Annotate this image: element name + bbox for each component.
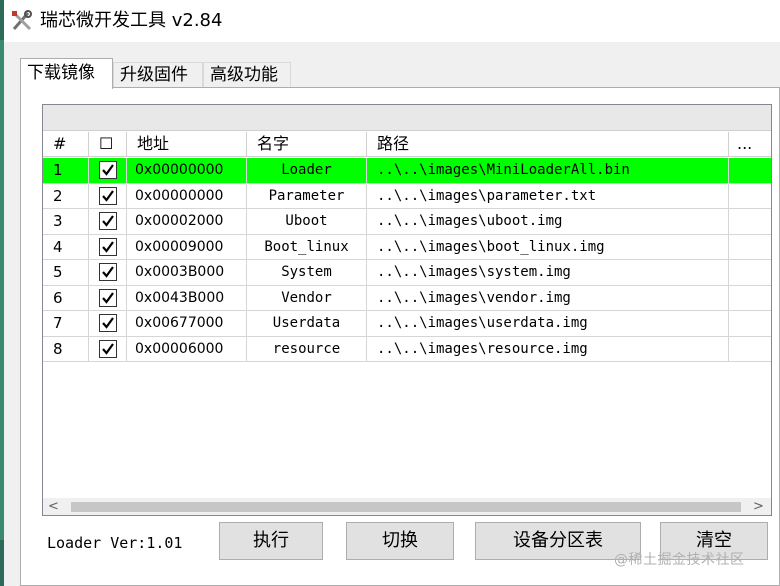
row-name: System bbox=[247, 260, 367, 285]
table-row[interactable]: 5 0x0003B000 System ..\..\images\system.img bbox=[43, 260, 771, 286]
row-address: 0x0003B000 bbox=[127, 260, 247, 285]
checkmark-icon bbox=[102, 164, 114, 176]
checkmark-icon bbox=[102, 189, 114, 202]
list-header: # ☐ 地址 名字 路径 ... bbox=[43, 132, 771, 157]
row-checkbox[interactable] bbox=[99, 212, 117, 230]
row-checkbox-cell bbox=[89, 183, 127, 209]
row-checkbox-cell bbox=[89, 285, 127, 311]
header-more[interactable]: ... bbox=[729, 132, 771, 156]
checkmark-icon bbox=[102, 266, 114, 278]
table-row[interactable]: 7 0x00677000 Userdata ..\..\images\userdata… bbox=[43, 311, 771, 337]
row-checkbox-cell bbox=[89, 260, 127, 285]
row-address: 0x00009000 bbox=[127, 234, 247, 260]
row-path: ..\..\images\resource.img bbox=[367, 336, 729, 362]
row-checkbox[interactable] bbox=[99, 237, 117, 256]
row-checkbox-cell bbox=[89, 209, 127, 234]
row-more[interactable] bbox=[729, 286, 771, 311]
run-button[interactable]: 执行 bbox=[219, 522, 323, 560]
tab-upgrade-firmware[interactable]: 升级固件 bbox=[113, 62, 203, 88]
header-name[interactable]: 名字 bbox=[247, 132, 367, 156]
row-address: 0x00002000 bbox=[127, 209, 247, 234]
row-checkbox[interactable] bbox=[99, 314, 117, 332]
table-row[interactable]: 6 0x0043B000 Vendor ..\..\images\vendor.img bbox=[43, 285, 771, 311]
checkmark-icon bbox=[102, 342, 114, 355]
header-index[interactable]: # bbox=[43, 132, 89, 156]
row-checkbox-cell bbox=[89, 311, 127, 336]
row-address: 0x00006000 bbox=[127, 336, 247, 362]
row-index: 2 bbox=[43, 183, 89, 209]
row-name: Parameter bbox=[247, 183, 367, 209]
header-address[interactable]: 地址 bbox=[127, 132, 247, 156]
horizontal-scrollbar[interactable]: < > bbox=[43, 498, 771, 515]
row-name: Vendor bbox=[247, 285, 367, 311]
background-strip bbox=[0, 0, 4, 586]
table-row[interactable]: 2 0x00000000 Parameter ..\..\images\paramet… bbox=[43, 183, 771, 209]
row-checkbox[interactable] bbox=[99, 339, 117, 358]
row-name: Userdata bbox=[247, 311, 367, 336]
row-path: ..\..\images\system.img bbox=[367, 260, 729, 285]
table-row[interactable]: 8 0x00006000 resource ..\..\images\resource… bbox=[43, 336, 771, 362]
list-top-bar bbox=[43, 105, 771, 131]
row-checkbox[interactable] bbox=[99, 288, 117, 307]
row-path: ..\..\images\MiniLoaderAll.bin bbox=[367, 158, 729, 183]
row-more[interactable] bbox=[729, 260, 771, 285]
tools-icon bbox=[10, 9, 34, 33]
row-more[interactable] bbox=[729, 235, 771, 260]
title-bar: 瑞芯微开发工具 v2.84 bbox=[4, 0, 780, 42]
row-name: Boot_linux bbox=[247, 234, 367, 260]
row-index: 8 bbox=[43, 336, 89, 362]
row-more[interactable] bbox=[729, 158, 771, 183]
row-checkbox-cell bbox=[89, 336, 127, 362]
row-path: ..\..\images\parameter.txt bbox=[367, 183, 729, 209]
row-address: 0x0043B000 bbox=[127, 285, 247, 311]
scroll-left-arrow[interactable]: < bbox=[45, 498, 62, 515]
row-checkbox[interactable] bbox=[99, 186, 117, 205]
row-path: ..\..\images\userdata.img bbox=[367, 311, 729, 336]
row-index: 3 bbox=[43, 209, 89, 234]
row-more[interactable] bbox=[729, 209, 771, 234]
row-name: resource bbox=[247, 336, 367, 362]
image-list[interactable]: # ☐ 地址 名字 路径 ... 1 0x00000000 Loader ..\..\… bbox=[42, 104, 772, 516]
tab-advanced[interactable]: 高级功能 bbox=[203, 62, 291, 88]
row-checkbox-cell bbox=[89, 158, 127, 183]
row-path: ..\..\images\vendor.img bbox=[367, 285, 729, 311]
watermark: @稀土掘金技术社区 bbox=[614, 552, 745, 568]
row-index: 7 bbox=[43, 311, 89, 336]
table-row[interactable]: 4 0x00009000 Boot_linux ..\..\images\boot_l… bbox=[43, 234, 771, 260]
checkmark-icon bbox=[102, 317, 114, 329]
row-path: ..\..\images\boot_linux.img bbox=[367, 234, 729, 260]
checkmark-icon bbox=[102, 291, 114, 304]
row-more[interactable] bbox=[729, 184, 771, 209]
table-row[interactable]: 3 0x00002000 Uboot ..\..\images\uboot.img bbox=[43, 209, 771, 235]
row-index: 5 bbox=[43, 260, 89, 285]
row-index: 6 bbox=[43, 285, 89, 311]
checkmark-icon bbox=[102, 215, 114, 227]
row-checkbox[interactable] bbox=[99, 263, 117, 281]
row-index: 1 bbox=[43, 158, 89, 183]
checkmark-icon bbox=[102, 240, 114, 253]
row-name: Loader bbox=[247, 158, 367, 183]
loader-version: Loader Ver:1.01 bbox=[47, 534, 183, 552]
switch-button[interactable]: 切换 bbox=[346, 522, 454, 560]
window-title: 瑞芯微开发工具 v2.84 bbox=[40, 10, 223, 31]
table-row[interactable]: 1 0x00000000 Loader ..\..\images\MiniLoader… bbox=[43, 158, 771, 184]
tab-download-image[interactable]: 下载镜像 bbox=[20, 58, 113, 89]
row-name: Uboot bbox=[247, 209, 367, 234]
header-check[interactable]: ☐ bbox=[89, 132, 127, 156]
scroll-right-arrow[interactable]: > bbox=[750, 498, 767, 515]
row-more[interactable] bbox=[729, 311, 771, 336]
row-checkbox-cell bbox=[89, 234, 127, 260]
tab-panel: # ☐ 地址 名字 路径 ... 1 0x00000000 Loader ..\..\… bbox=[20, 87, 780, 586]
row-path: ..\..\images\uboot.img bbox=[367, 209, 729, 234]
row-more[interactable] bbox=[729, 337, 771, 362]
scroll-thumb[interactable] bbox=[71, 502, 741, 512]
header-path[interactable]: 路径 bbox=[367, 132, 729, 156]
row-checkbox[interactable] bbox=[99, 161, 117, 179]
row-address: 0x00000000 bbox=[127, 183, 247, 209]
row-address: 0x00677000 bbox=[127, 311, 247, 336]
row-index: 4 bbox=[43, 234, 89, 260]
row-address: 0x00000000 bbox=[127, 158, 247, 183]
